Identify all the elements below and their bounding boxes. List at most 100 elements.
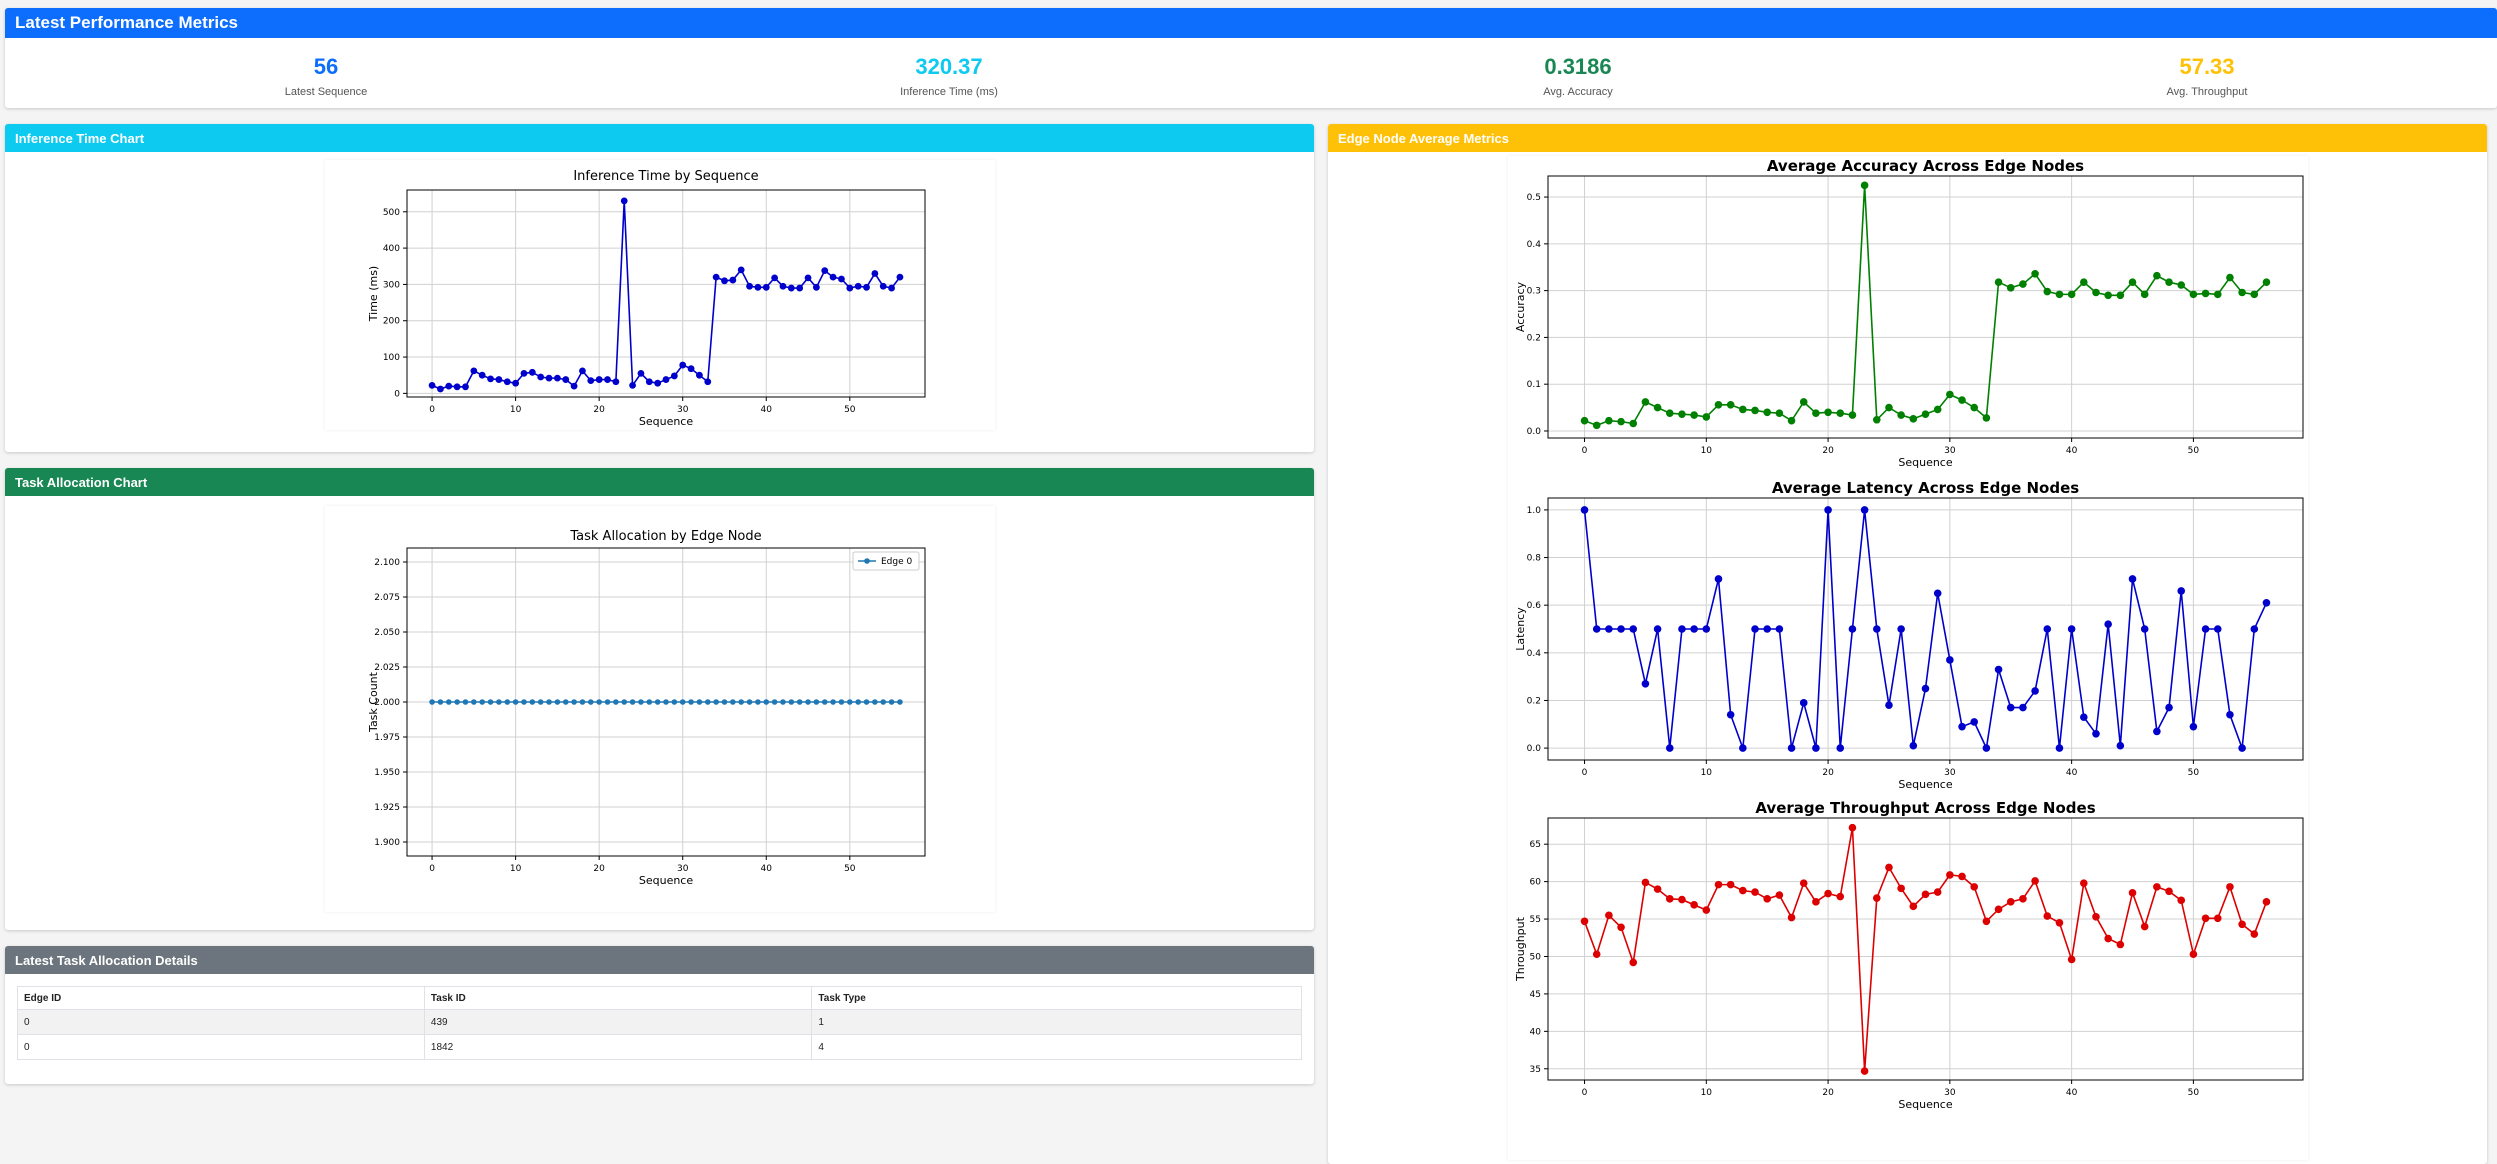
data-point xyxy=(437,385,444,393)
metric-latest-sequence: 56 Latest Sequence xyxy=(176,54,476,98)
data-point xyxy=(1641,398,1650,406)
data-point xyxy=(2092,288,2100,297)
table-header-row: Edge ID Task ID Task Type xyxy=(17,986,1302,1010)
table-row: 0 439 1 xyxy=(17,1009,1302,1035)
metric-label: Inference Time (ms) xyxy=(900,86,998,98)
data-point xyxy=(1739,744,1747,752)
data-point xyxy=(562,376,570,383)
data-point xyxy=(1702,625,1711,633)
y-tick-label: 60 xyxy=(1530,878,1542,888)
data-point xyxy=(1617,923,1625,932)
data-point xyxy=(1739,405,1747,414)
column-header-task-id: Task ID xyxy=(423,986,813,1010)
data-point xyxy=(1605,911,1613,920)
metric-inference-time: 320.37 Inference Time (ms) xyxy=(799,54,1099,98)
data-point xyxy=(1824,889,1832,898)
data-point xyxy=(2031,269,2039,278)
data-point xyxy=(721,699,728,705)
data-point xyxy=(2006,703,2015,712)
data-point xyxy=(1994,278,2003,287)
chart-title: Average Throughput Across Edge Nodes xyxy=(1755,799,2095,817)
x-tick-label: 30 xyxy=(1944,446,1956,456)
data-point xyxy=(1592,950,1601,959)
data-point xyxy=(888,699,895,705)
x-tick-label: 50 xyxy=(2188,768,2200,778)
metric-value: 56 xyxy=(313,54,339,79)
data-point xyxy=(2055,744,2064,752)
data-point xyxy=(746,699,753,705)
task-allocation-title: Task Allocation Chart xyxy=(15,474,148,490)
data-point xyxy=(879,282,887,290)
data-point xyxy=(1872,894,1881,902)
data-point xyxy=(1872,625,1881,633)
performance-metrics-card: Latest Performance Metrics 56 Latest Seq… xyxy=(5,8,2497,108)
x-tick-label: 20 xyxy=(1822,1088,1834,1098)
edge-node-metrics-header: Edge Node Average Metrics xyxy=(1328,124,2487,152)
data-point xyxy=(638,699,644,705)
data-point xyxy=(1580,416,1589,425)
x-axis-label: Sequence xyxy=(639,874,693,887)
data-point xyxy=(2201,625,2210,633)
y-tick-label: 0.4 xyxy=(1527,649,1542,659)
data-point xyxy=(1726,880,1735,889)
chart-title: Inference Time by Sequence xyxy=(573,169,758,184)
data-point xyxy=(2043,287,2052,296)
data-point xyxy=(1982,917,1991,926)
y-tick-label: 1.975 xyxy=(374,733,400,743)
y-tick-label: 1.925 xyxy=(374,803,400,813)
data-point xyxy=(1872,415,1881,424)
data-point xyxy=(2104,291,2112,300)
data-point xyxy=(1958,396,1966,404)
data-point xyxy=(1982,414,1991,422)
y-tick-label: 0.2 xyxy=(1527,696,1541,706)
data-point xyxy=(1580,506,1589,514)
data-point xyxy=(854,282,862,290)
data-point xyxy=(2165,703,2173,712)
y-tick-label: 0.3 xyxy=(1527,287,1541,297)
data-point xyxy=(1787,913,1796,922)
x-axis-label: Sequence xyxy=(1898,456,1952,469)
y-tick-label: 0.0 xyxy=(1527,744,1542,754)
data-point xyxy=(579,367,586,375)
data-point xyxy=(1775,625,1784,633)
data-point xyxy=(1982,744,1991,752)
data-point xyxy=(829,273,837,281)
data-point xyxy=(2140,290,2149,299)
data-point xyxy=(2226,710,2234,719)
y-tick-label: 1.950 xyxy=(374,768,400,778)
data-point xyxy=(872,699,878,705)
data-point xyxy=(629,381,636,389)
data-point xyxy=(1958,722,1966,731)
x-tick-label: 20 xyxy=(593,405,605,415)
x-tick-label: 10 xyxy=(510,864,522,874)
data-point xyxy=(1605,416,1613,425)
data-point xyxy=(1946,871,1954,879)
data-point xyxy=(428,381,436,389)
y-tick-label: 35 xyxy=(1530,1065,1541,1075)
data-point xyxy=(495,376,503,383)
task-details-card: Latest Task Allocation Details Edge ID T… xyxy=(5,946,1314,1084)
data-point xyxy=(1617,417,1625,426)
data-point xyxy=(579,699,586,705)
data-point xyxy=(1799,879,1808,887)
data-point xyxy=(688,699,694,705)
data-point xyxy=(1836,744,1845,752)
data-point xyxy=(1775,409,1784,418)
y-tick-label: 50 xyxy=(1530,952,1542,962)
table-cell: 0 xyxy=(17,1034,425,1060)
data-point xyxy=(654,699,661,705)
data-point xyxy=(2019,280,2027,288)
data-point xyxy=(445,382,453,390)
x-tick-label: 10 xyxy=(1701,1088,1713,1098)
y-tick-label: 2.100 xyxy=(374,558,400,568)
x-axis-label: Sequence xyxy=(639,415,693,428)
data-point xyxy=(1690,901,1698,909)
column-header-edge-id: Edge ID xyxy=(17,986,425,1010)
data-point xyxy=(1678,895,1686,904)
data-point xyxy=(2262,898,2271,906)
y-tick-label: 0.5 xyxy=(1527,193,1541,203)
data-point xyxy=(596,699,602,705)
data-point xyxy=(679,699,686,705)
data-point xyxy=(713,699,719,705)
data-point xyxy=(562,699,569,705)
